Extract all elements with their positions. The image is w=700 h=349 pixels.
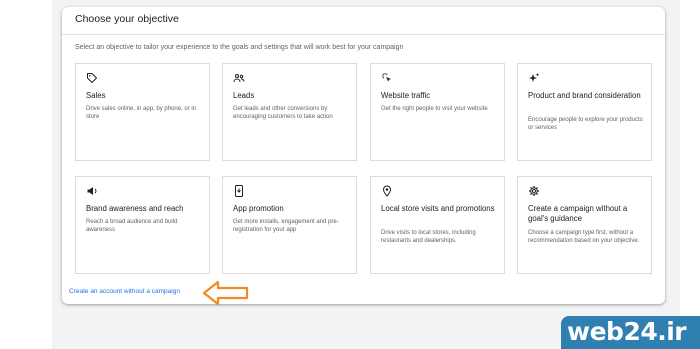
cursor-click-icon xyxy=(382,73,391,82)
dialog-subtitle: Select an objective to tailor your exper… xyxy=(75,44,404,51)
objective-product-brand-consideration[interactable]: Product and brand consideration Encourag… xyxy=(517,63,652,161)
objective-description: Encourage people to explore your product… xyxy=(528,117,643,131)
objective-description: Get the right people to visit your websi… xyxy=(381,106,488,112)
watermark-text: web24.ir xyxy=(567,317,687,346)
objective-description: Reach a broad audience and build awarene… xyxy=(86,219,178,233)
objective-title: Product and brand consideration xyxy=(528,91,641,100)
objective-website-traffic[interactable]: Website traffic Get the right people to … xyxy=(370,63,505,161)
objective-local-store-visits[interactable]: Local store visits and promotions Drive … xyxy=(370,176,505,274)
objective-leads[interactable]: Leads Get leads and other conversions by… xyxy=(222,63,357,161)
objective-title: Create a campaign without a goal's guida… xyxy=(528,204,628,223)
objective-title: App promotion xyxy=(233,204,284,213)
objective-title: Leads xyxy=(233,91,255,100)
people-icon xyxy=(233,74,245,83)
objective-title: Local store visits and promotions xyxy=(381,204,495,213)
objective-description: Get leads and other conversions by encou… xyxy=(233,106,333,120)
create-account-without-campaign-link[interactable]: Create an account without a campaign xyxy=(69,288,180,295)
objective-description: Choose a campaign type first, without a … xyxy=(528,230,640,244)
location-pin-icon xyxy=(382,185,392,197)
objective-title: Website traffic xyxy=(381,91,431,100)
title-divider xyxy=(62,34,665,35)
megaphone-icon xyxy=(87,187,97,195)
phone-icon xyxy=(235,185,243,197)
objective-title: Sales xyxy=(86,91,106,100)
watermark-logo: web24.ir xyxy=(561,316,700,349)
gear-icon xyxy=(529,186,539,196)
objective-title: Brand awareness and reach xyxy=(86,204,184,213)
dialog-title: Choose your objective xyxy=(75,13,179,25)
tag-icon xyxy=(87,73,97,83)
arrow-left-icon xyxy=(202,280,249,306)
objective-sales[interactable]: Sales Drive sales online, in app, by pho… xyxy=(75,63,210,161)
sparkle-icon xyxy=(529,73,540,82)
objective-app-promotion[interactable]: App promotion Get more installs, engagem… xyxy=(222,176,357,274)
objective-description: Drive sales online, in app, by phone, or… xyxy=(86,106,197,120)
objective-brand-awareness[interactable]: Brand awareness and reach Reach a broad … xyxy=(75,176,210,274)
objective-no-goal-guidance[interactable]: Create a campaign without a goal's guida… xyxy=(517,176,652,274)
objective-description: Get more installs, engagement and pre-re… xyxy=(233,219,339,233)
objective-description: Drive visits to local stores, including … xyxy=(381,230,476,244)
